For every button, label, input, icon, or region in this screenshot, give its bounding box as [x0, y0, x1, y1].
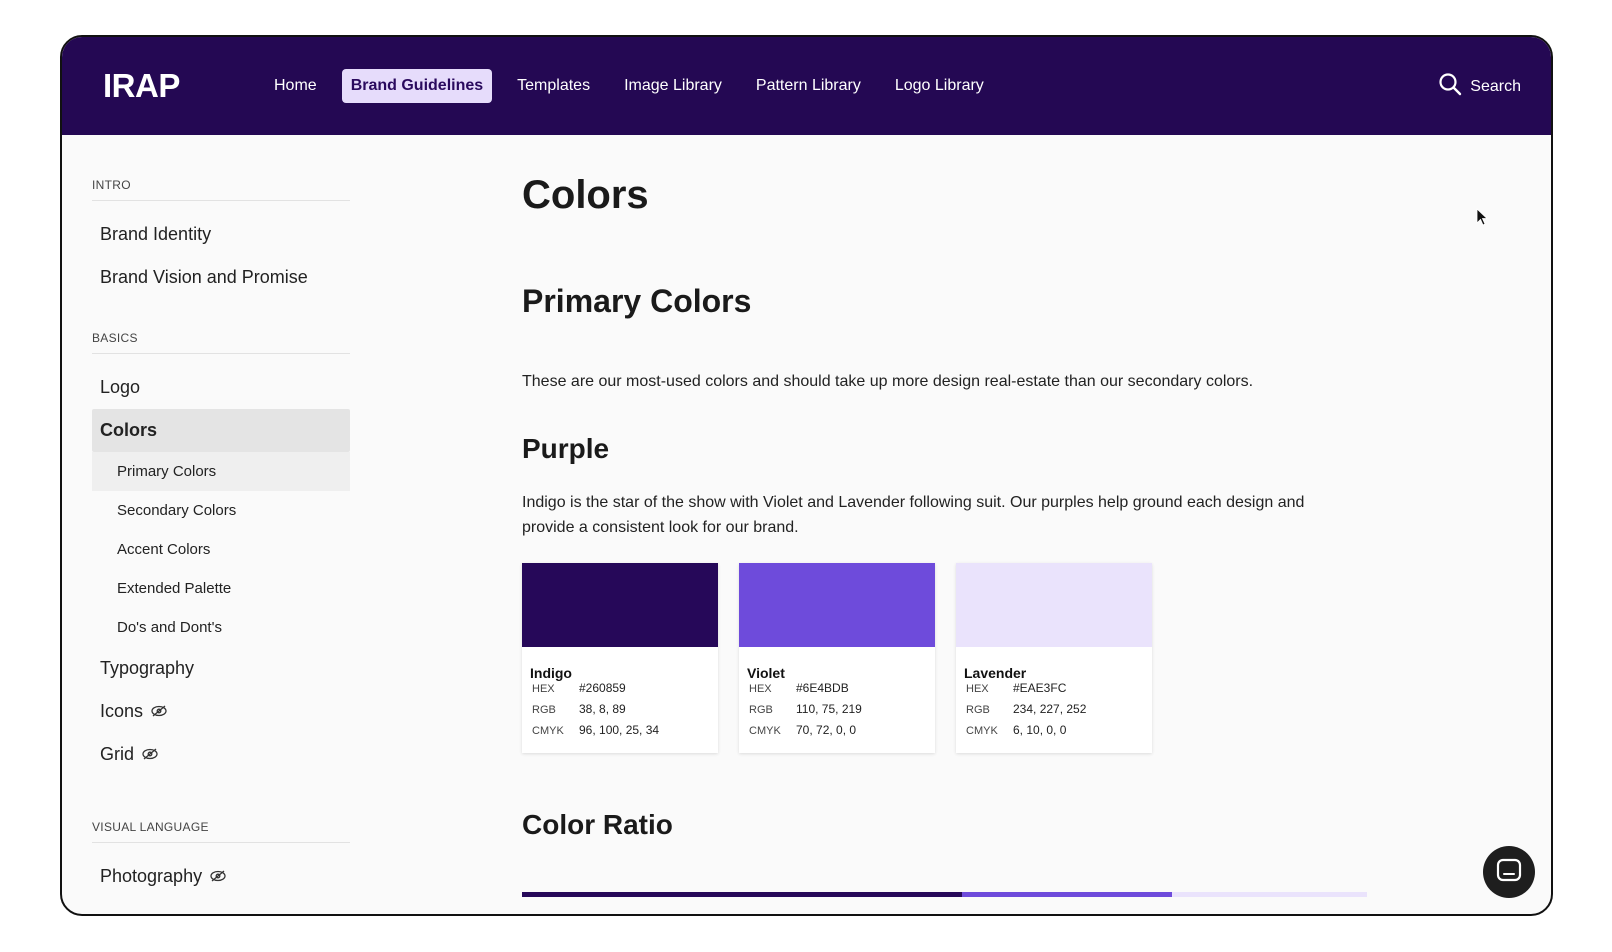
eye-off-icon [151, 690, 167, 733]
search-button[interactable]: Search [1438, 72, 1521, 101]
swatch-list: Indigo HEX #260859 RGB 38, 8, 89 CMYK 96, 1… [522, 563, 1173, 753]
main-nav: Home Brand Guidelines Templates Image Li… [265, 69, 1009, 103]
swatch-card-lavender[interactable]: Lavender HEX #EAE3FC RGB 234, 227, 252 CMY… [956, 563, 1152, 753]
swatch-name: Lavender [964, 665, 1027, 681]
rgb-value: 38, 8, 89 [579, 702, 626, 716]
hex-value: #6E4BDB [796, 681, 849, 695]
sidebar-item-typography[interactable]: Typography [92, 647, 350, 690]
nav-logo-library[interactable]: Logo Library [886, 69, 993, 103]
cmyk-label: CMYK [749, 725, 781, 737]
sidebar-item-icons[interactable]: Icons [92, 690, 350, 733]
primary-colors-heading: Primary Colors [522, 283, 752, 319]
sidebar-sub-dos-donts[interactable]: Do's and Dont's [92, 608, 350, 647]
eye-off-icon [210, 855, 226, 898]
chat-icon [1496, 858, 1522, 887]
cmyk-label: CMYK [532, 725, 564, 737]
color-ratio-bar [522, 892, 1367, 897]
sidebar-sub-accent-colors[interactable]: Accent Colors [92, 530, 350, 569]
hex-value: #260859 [579, 681, 626, 695]
chat-button[interactable] [1483, 846, 1535, 898]
nav-templates[interactable]: Templates [508, 69, 599, 103]
page-title: Colors [522, 173, 649, 217]
hex-label: HEX [966, 683, 989, 695]
color-ratio-heading: Color Ratio [522, 809, 673, 840]
top-nav: IRAP Home Brand Guidelines Templates Ima… [62, 37, 1551, 135]
sidebar-item-photography-label: Photography [100, 866, 203, 886]
rgb-value: 234, 227, 252 [1013, 702, 1087, 716]
section-label-intro: INTRO [92, 178, 350, 201]
browser-window: IRAP Home Brand Guidelines Templates Ima… [60, 35, 1553, 916]
hex-label: HEX [749, 683, 772, 695]
swatch-card-violet[interactable]: Violet HEX #6E4BDB RGB 110, 75, 219 CMYK 70… [739, 563, 935, 753]
nav-image-library[interactable]: Image Library [615, 69, 731, 103]
rgb-label: RGB [966, 704, 990, 716]
cmyk-value: 96, 100, 25, 34 [579, 723, 660, 737]
search-label: Search [1470, 77, 1521, 95]
cmyk-value: 6, 10, 0, 0 [1013, 723, 1067, 737]
cmyk-value: 70, 72, 0, 0 [796, 723, 857, 737]
sidebar-sub-extended-palette[interactable]: Extended Palette [92, 569, 350, 608]
sidebar-sub-secondary-colors[interactable]: Secondary Colors [92, 491, 350, 530]
swatch-name: Violet [747, 665, 785, 681]
sidebar-sub-primary-colors[interactable]: Primary Colors [92, 452, 350, 491]
ratio-segment-violet [962, 892, 1172, 897]
nav-brand-guidelines[interactable]: Brand Guidelines [341, 69, 493, 103]
sidebar-item-colors[interactable]: Colors [92, 409, 350, 452]
sidebar-item-grid-label: Grid [100, 744, 135, 764]
sidebar-item-photography[interactable]: Photography [92, 855, 350, 898]
brand-logo[interactable]: IRAP [103, 67, 180, 105]
swatch-chip [739, 563, 935, 647]
swatch-chip [956, 563, 1152, 647]
purple-description-line-2: provide a consistent look for our brand. [522, 519, 799, 536]
ratio-segment-indigo [522, 892, 962, 897]
hex-label: HEX [532, 683, 555, 695]
section-label-basics: BASICS [92, 331, 350, 354]
sidebar-item-brand-vision[interactable]: Brand Vision and Promise [92, 256, 350, 299]
rgb-value: 110, 75, 219 [796, 702, 862, 716]
sidebar: INTRO Brand Identity Brand Vision and Pr… [92, 135, 350, 914]
nav-home[interactable]: Home [265, 69, 326, 103]
hex-value: #EAE3FC [1013, 681, 1067, 695]
main-content: Colors Primary Colors These are our most… [522, 135, 1551, 914]
purple-heading: Purple [522, 433, 610, 464]
swatch-card-indigo[interactable]: Indigo HEX #260859 RGB 38, 8, 89 CMYK 96, 1… [522, 563, 718, 753]
sidebar-item-logo[interactable]: Logo [92, 366, 350, 409]
purple-description-line-1: Indigo is the star of the show with Viol… [522, 494, 1305, 511]
sidebar-item-icons-label: Icons [100, 701, 144, 721]
primary-colors-description: These are our most-used colors and shoul… [522, 373, 1254, 390]
ratio-segment-lavender [1172, 892, 1367, 897]
cursor-icon [1476, 208, 1489, 231]
cmyk-label: CMYK [966, 725, 998, 737]
section-label-visual-language: VISUAL LANGUAGE [92, 820, 350, 843]
swatch-name: Indigo [530, 665, 572, 681]
eye-off-icon [142, 733, 158, 776]
rgb-label: RGB [532, 704, 556, 716]
rgb-label: RGB [749, 704, 773, 716]
sidebar-item-brand-identity[interactable]: Brand Identity [92, 213, 350, 256]
search-icon [1438, 72, 1470, 101]
sidebar-item-grid[interactable]: Grid [92, 733, 350, 776]
swatch-chip [522, 563, 718, 647]
nav-pattern-library[interactable]: Pattern Library [747, 69, 870, 103]
